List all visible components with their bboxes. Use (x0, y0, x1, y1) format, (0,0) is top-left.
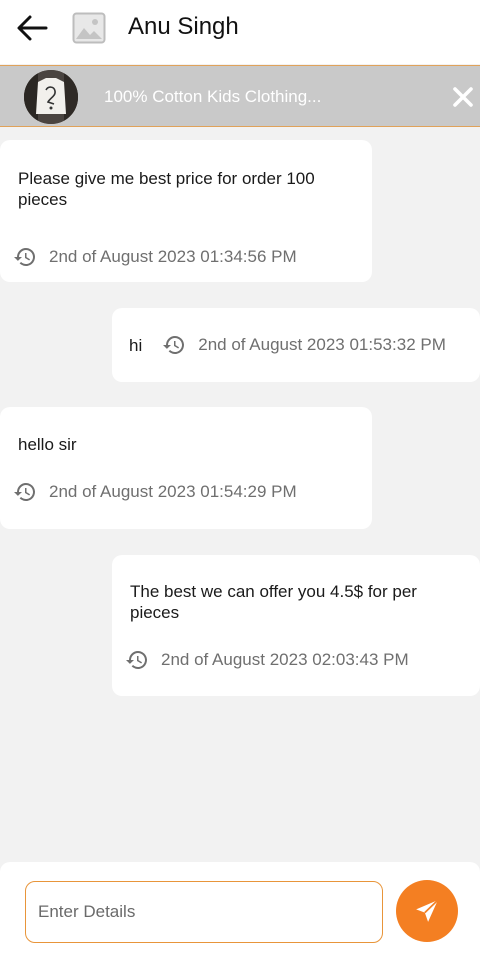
message-text: Please give me best price for order 100 … (18, 169, 315, 209)
message-timestamp: 2nd of August 2023 02:03:43 PM (125, 648, 409, 672)
message-bubble-outgoing: hi 2nd of August 2023 01:53:32 PM (112, 308, 480, 382)
send-button[interactable] (396, 880, 458, 942)
back-button[interactable] (12, 10, 52, 46)
history-icon (163, 336, 185, 354)
product-title: 100% Cotton Kids Clothing... (104, 87, 322, 106)
message-bubble-incoming: hello sir 2nd of August 2023 01:54:29 PM (0, 407, 372, 529)
message-input[interactable] (25, 881, 383, 943)
chat-area[interactable]: Please give me best price for order 100 … (0, 128, 480, 862)
close-button[interactable] (446, 80, 480, 114)
message-composer (0, 862, 480, 960)
close-icon (453, 87, 473, 107)
message-row: hi 2nd of August 2023 01:53:32 PM (129, 333, 446, 357)
message-timestamp: 2nd of August 2023 01:54:29 PM (13, 480, 297, 504)
message-text: hello sir (18, 435, 77, 454)
history-icon (14, 483, 35, 501)
arrow-left-icon (17, 15, 48, 41)
message-text: hi (129, 335, 143, 355)
send-icon (416, 899, 439, 922)
history-icon (14, 248, 35, 266)
product-thumbnail (24, 70, 78, 124)
message-bubble-incoming: Please give me best price for order 100 … (0, 140, 372, 282)
message-timestamp: 2nd of August 2023 01:53:32 PM (198, 335, 446, 354)
message-bubble-outgoing: The best we can offer you 4.5$ for per p… (112, 555, 480, 696)
image-placeholder-icon (72, 12, 106, 44)
contact-name: Anu Singh (128, 13, 239, 40)
message-text: The best we can offer you 4.5$ for per p… (130, 582, 417, 622)
product-banner[interactable]: 100% Cotton Kids Clothing... (0, 65, 480, 127)
message-timestamp: 2nd of August 2023 01:34:56 PM (13, 245, 297, 269)
top-bar: Anu Singh (0, 0, 480, 64)
history-icon (126, 651, 147, 669)
